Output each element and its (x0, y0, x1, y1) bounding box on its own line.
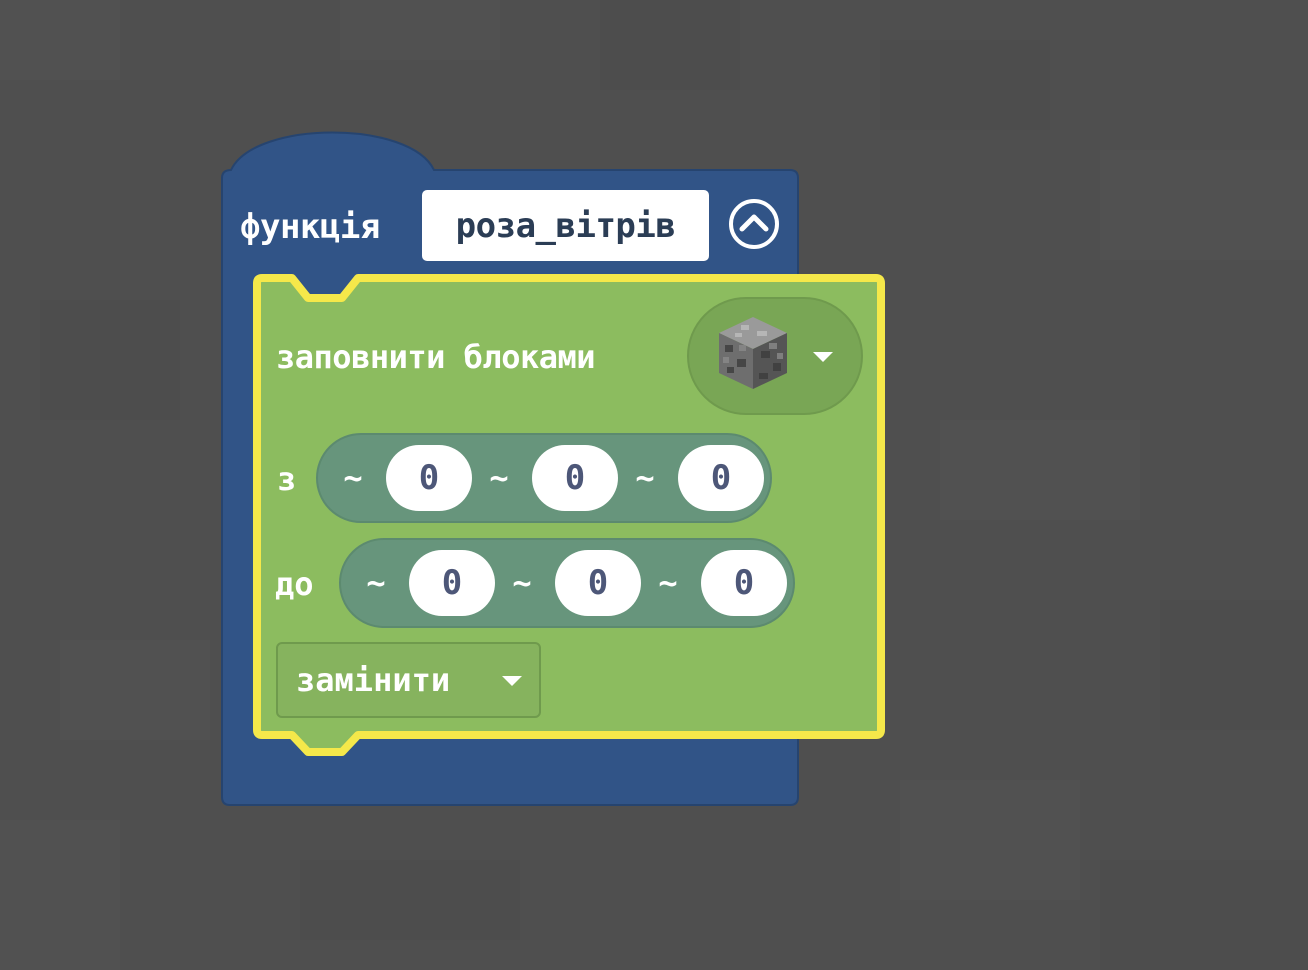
block-type-dropdown[interactable] (687, 297, 863, 415)
fill-block-label: заповнити блоками (276, 338, 596, 376)
function-name-field[interactable]: роза_вітрів (422, 190, 709, 261)
to-y-input[interactable]: 0 (555, 550, 641, 616)
to-label: до (275, 565, 314, 603)
from-coordinates: ~ 0 ~ 0 ~ 0 (316, 433, 772, 523)
cobblestone-block-icon (719, 317, 787, 389)
fill-mode-dropdown[interactable]: замінити (276, 642, 541, 718)
from-label: з (277, 460, 297, 498)
fill-mode-label: замінити (296, 661, 451, 699)
from-x-tilde: ~ (343, 459, 363, 497)
from-x-input[interactable]: 0 (386, 445, 472, 511)
to-x-tilde: ~ (366, 564, 386, 602)
from-y-tilde: ~ (489, 459, 509, 497)
to-coordinates: ~ 0 ~ 0 ~ 0 (339, 538, 795, 628)
caret-down-icon (813, 352, 833, 362)
to-x-input[interactable]: 0 (409, 550, 495, 616)
from-y-input[interactable]: 0 (532, 445, 618, 511)
from-z-input[interactable]: 0 (678, 445, 764, 511)
from-z-tilde: ~ (635, 459, 655, 497)
to-z-tilde: ~ (658, 564, 678, 602)
to-z-input[interactable]: 0 (701, 550, 787, 616)
to-y-tilde: ~ (512, 564, 532, 602)
chevron-up-circle-icon[interactable] (728, 198, 780, 250)
caret-down-icon (502, 676, 522, 686)
function-keyword: функція (240, 207, 380, 247)
